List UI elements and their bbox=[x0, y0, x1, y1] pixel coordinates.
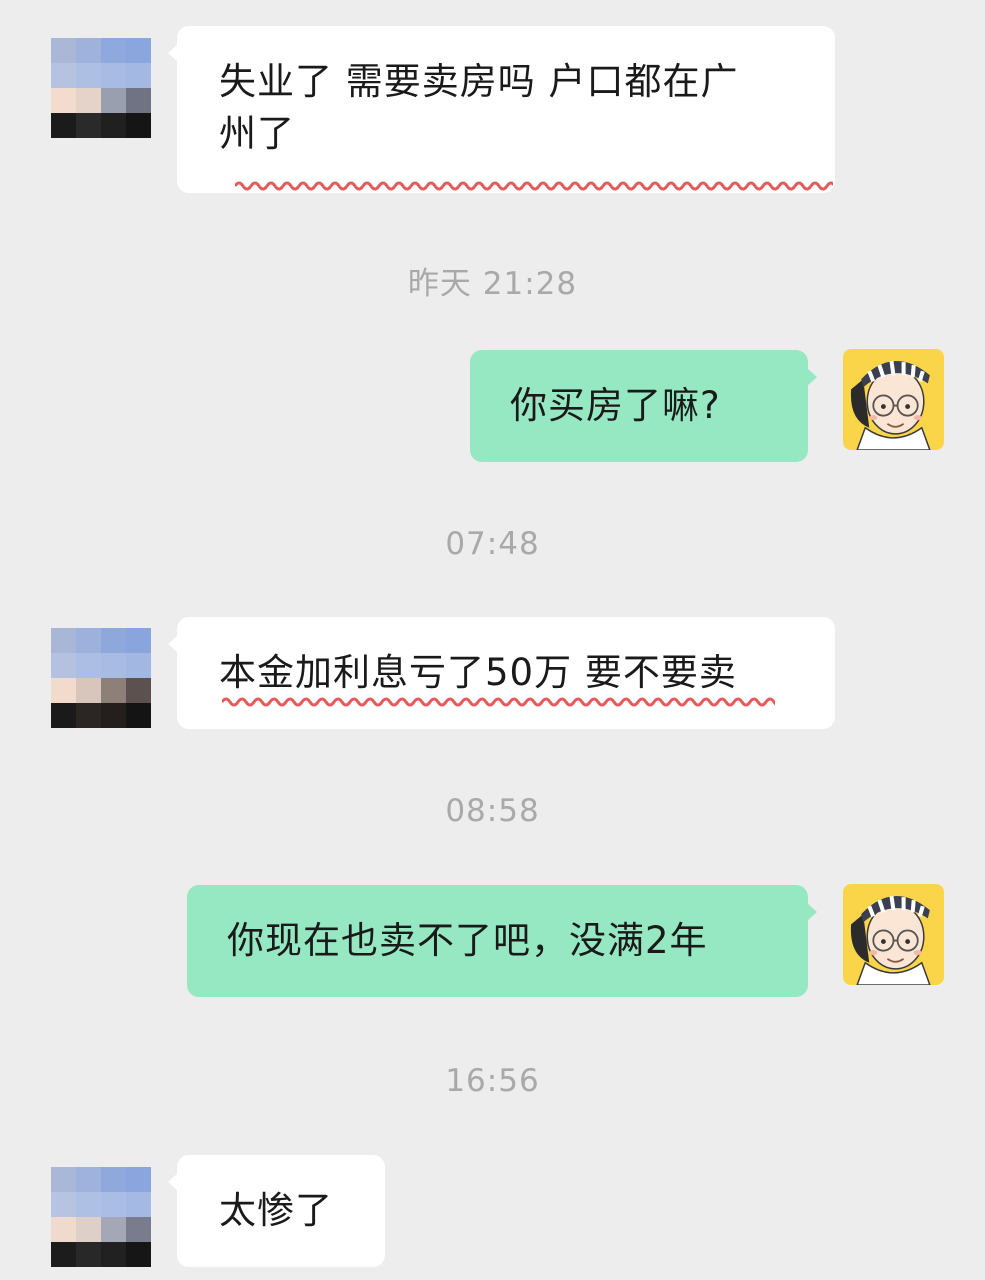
timestamp: 昨天 21:28 bbox=[407, 266, 578, 302]
message-bubble-incoming[interactable]: 太惨了 bbox=[168, 1155, 385, 1267]
contact-avatar[interactable] bbox=[51, 38, 151, 138]
timestamp: 16:56 bbox=[445, 1063, 540, 1099]
red-wavy-underline bbox=[235, 181, 833, 191]
message-bubble-outgoing[interactable]: 你现在也卖不了吧，没满2年 bbox=[187, 885, 817, 997]
message-bubble-incoming[interactable]: 失业了 需要卖房吗 户口都在广 州了 bbox=[168, 26, 835, 193]
message-bubble-outgoing[interactable]: 你买房了嘛? bbox=[470, 350, 817, 462]
message-text: 本金加利息亏了50万 要不要卖 bbox=[219, 651, 737, 694]
message-text: 太惨了 bbox=[219, 1189, 333, 1232]
contact-avatar[interactable] bbox=[51, 628, 151, 728]
my-avatar[interactable] bbox=[843, 884, 944, 985]
message-text: 你买房了嘛? bbox=[510, 384, 721, 427]
message-text: 你现在也卖不了吧，没满2年 bbox=[227, 919, 708, 962]
timestamp: 07:48 bbox=[445, 526, 540, 562]
message-text: 失业了 需要卖房吗 户口都在广 州了 bbox=[219, 60, 739, 155]
contact-avatar[interactable] bbox=[51, 1167, 151, 1267]
my-avatar[interactable] bbox=[843, 349, 944, 450]
message-bubble-incoming[interactable]: 本金加利息亏了50万 要不要卖 bbox=[168, 617, 835, 729]
timestamp: 08:58 bbox=[445, 793, 540, 829]
